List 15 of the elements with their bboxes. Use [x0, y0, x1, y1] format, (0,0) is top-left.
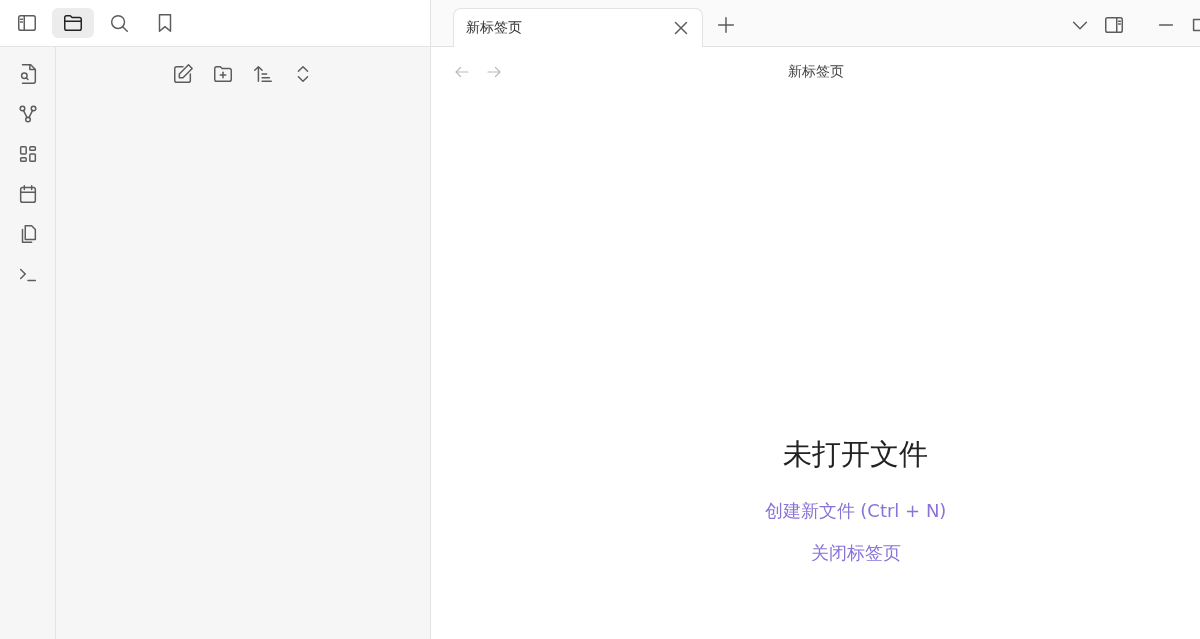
- right-sidebar-toggle-icon[interactable]: [1103, 14, 1125, 36]
- sidebar-toggle-icon[interactable]: [16, 12, 38, 34]
- view-title: 新标签页: [787, 63, 844, 81]
- action-link[interactable]: 创建新文件 (Ctrl + N): [764, 499, 947, 523]
- new-tab-icon[interactable]: [715, 14, 737, 36]
- edit-icon[interactable]: [172, 63, 194, 85]
- new-folder-icon[interactable]: [212, 63, 234, 85]
- empty-state-heading: 未打开文件: [783, 436, 928, 473]
- sidebar-tab[interactable]: [52, 8, 94, 38]
- graph-icon[interactable]: [16, 103, 39, 125]
- folder-icon: [62, 12, 84, 34]
- action-link[interactable]: 关闭标签页: [810, 541, 901, 565]
- search-icon: [108, 12, 130, 34]
- sort-icon[interactable]: [252, 63, 274, 85]
- tab[interactable]: 新标签页: [453, 8, 703, 47]
